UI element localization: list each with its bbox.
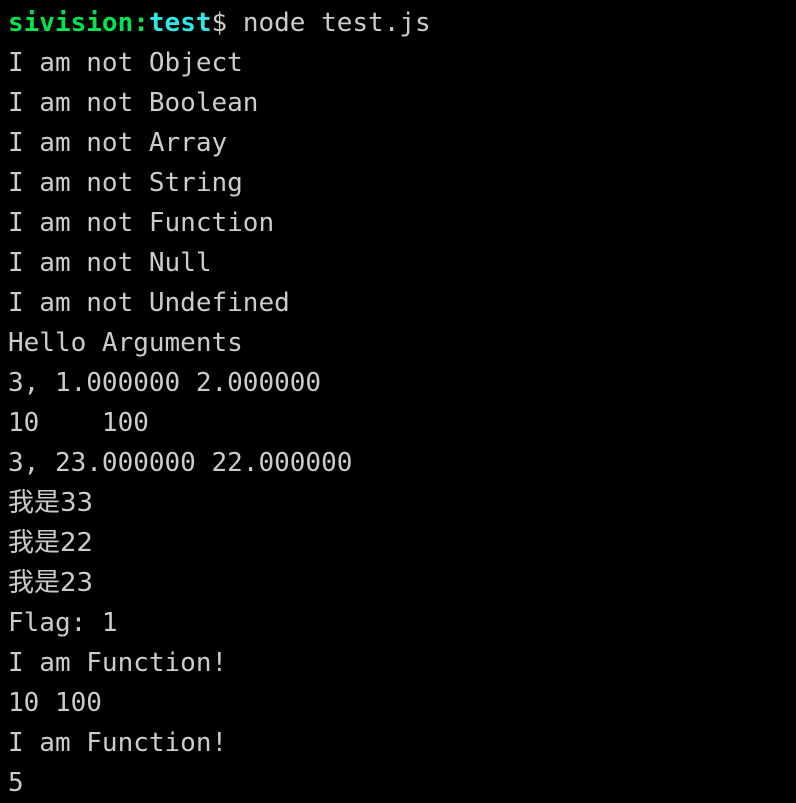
- terminal-output-line: Hello Arguments: [8, 328, 243, 358]
- terminal-output-line: I am not Boolean: [8, 88, 259, 118]
- terminal-window[interactable]: sivision:test$ node test.js I am not Obj…: [0, 0, 796, 798]
- terminal-output-line: I am Function!: [8, 648, 228, 678]
- terminal-output-line: 我是22: [8, 528, 94, 558]
- terminal-output-line: 我是33: [8, 488, 94, 518]
- terminal-output-line: 我是23: [8, 568, 94, 598]
- prompt-path: test: [148, 8, 212, 38]
- terminal-output-line: I am not String: [8, 168, 243, 198]
- terminal-output-line: I am not Object: [8, 48, 243, 78]
- terminal-output-line: I am not Array: [8, 128, 228, 158]
- prompt-sigil: $: [211, 8, 228, 38]
- prompt-host: sivision: [8, 8, 134, 38]
- terminal-output-line: I am Function!: [8, 728, 228, 758]
- terminal-output-line: 10 100: [8, 688, 102, 718]
- terminal-output-line: 10 100: [8, 408, 149, 438]
- terminal-output-line: 3, 1.000000 2.000000: [8, 368, 322, 398]
- terminal-output-line: I am not Null: [8, 248, 212, 278]
- terminal-output-line: 3, 23.000000 22.000000: [8, 448, 353, 478]
- terminal-prompt-line: sivision:test$ node test.js: [8, 3, 796, 43]
- terminal-output-line: I am not Function: [8, 208, 275, 238]
- terminal-output-line: 5: [8, 768, 24, 798]
- prompt-separator: :: [133, 8, 149, 38]
- terminal-output-line: Flag: 1: [8, 608, 118, 638]
- terminal-output-line: I am not Undefined: [8, 288, 290, 318]
- prompt-command: node test.js: [242, 8, 431, 38]
